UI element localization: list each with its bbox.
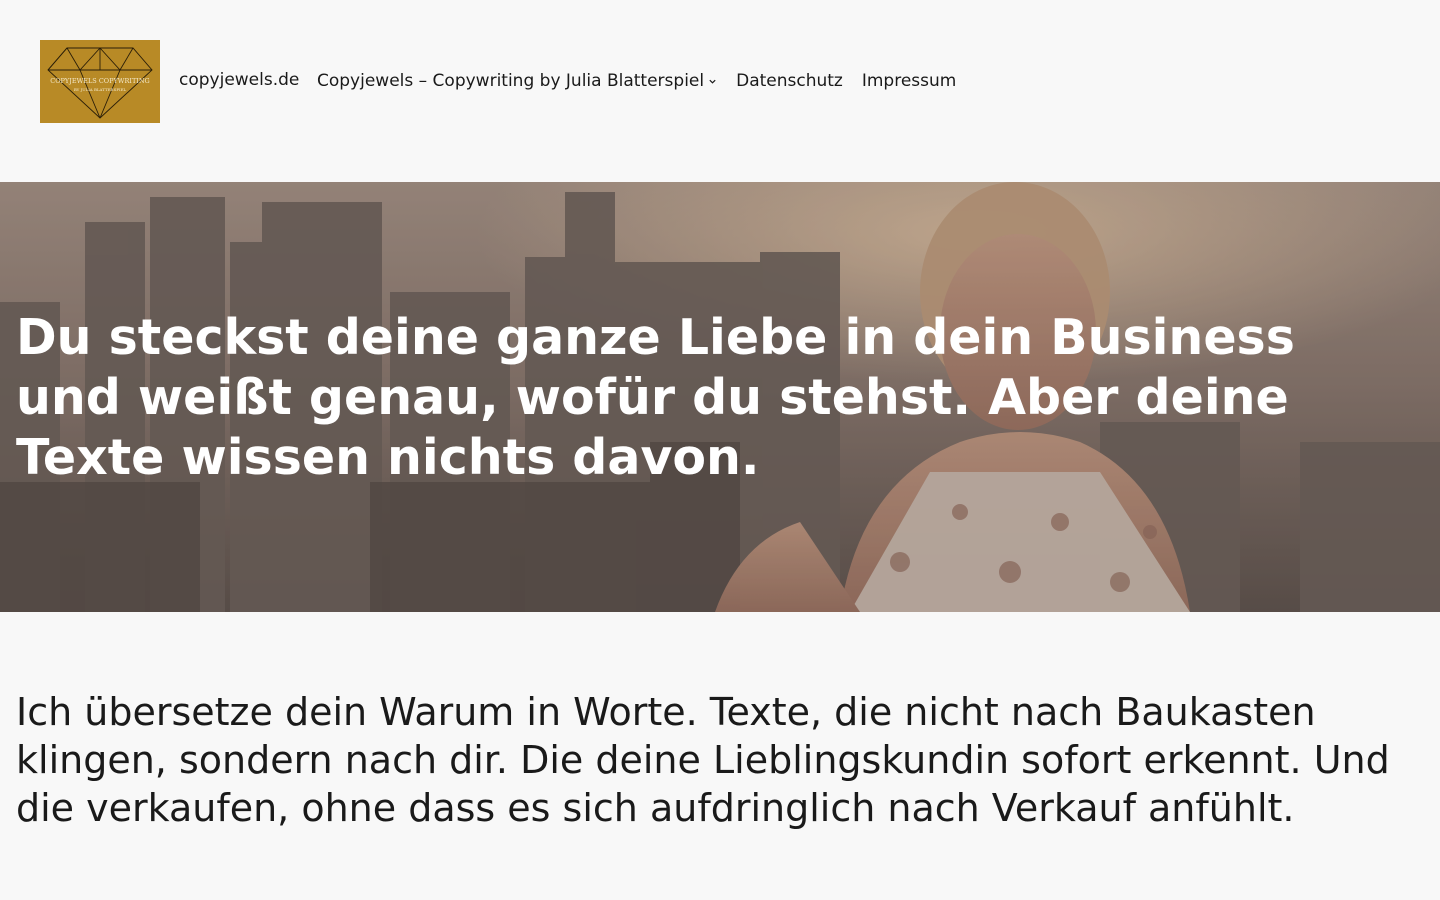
main-navigation: Copyjewels – Copywriting by Julia Blatte… <box>317 71 956 91</box>
site-header: COPYJEWELS COPYWRITING BY JULIA BLATTERS… <box>0 0 1440 182</box>
nav-item-datenschutz[interactable]: Datenschutz <box>736 71 843 91</box>
chevron-down-icon[interactable] <box>708 77 717 86</box>
logo-text-line1: COPYJEWELS COPYWRITING <box>50 77 149 85</box>
hero-heading: Du steckst deine ganze Liebe in dein Bus… <box>16 309 1295 486</box>
diamond-logo-icon: COPYJEWELS COPYWRITING BY JULIA BLATTERS… <box>47 47 153 119</box>
intro-paragraph: Ich übersetze dein Warum in Worte. Texte… <box>16 690 1390 830</box>
nav-item-copyjewels[interactable]: Copyjewels – Copywriting by Julia Blatte… <box>317 71 717 91</box>
logo-text-line2: BY JULIA BLATTERSPIEL <box>74 87 127 92</box>
nav-item-impressum[interactable]: Impressum <box>862 71 957 91</box>
hero-banner: Du steckst deine ganze Liebe in dein Bus… <box>0 182 1440 612</box>
site-logo[interactable]: COPYJEWELS COPYWRITING BY JULIA BLATTERS… <box>40 40 160 123</box>
site-title-link[interactable]: copyjewels.de <box>179 70 299 90</box>
nav-item-label: Copyjewels – Copywriting by Julia Blatte… <box>317 71 705 91</box>
